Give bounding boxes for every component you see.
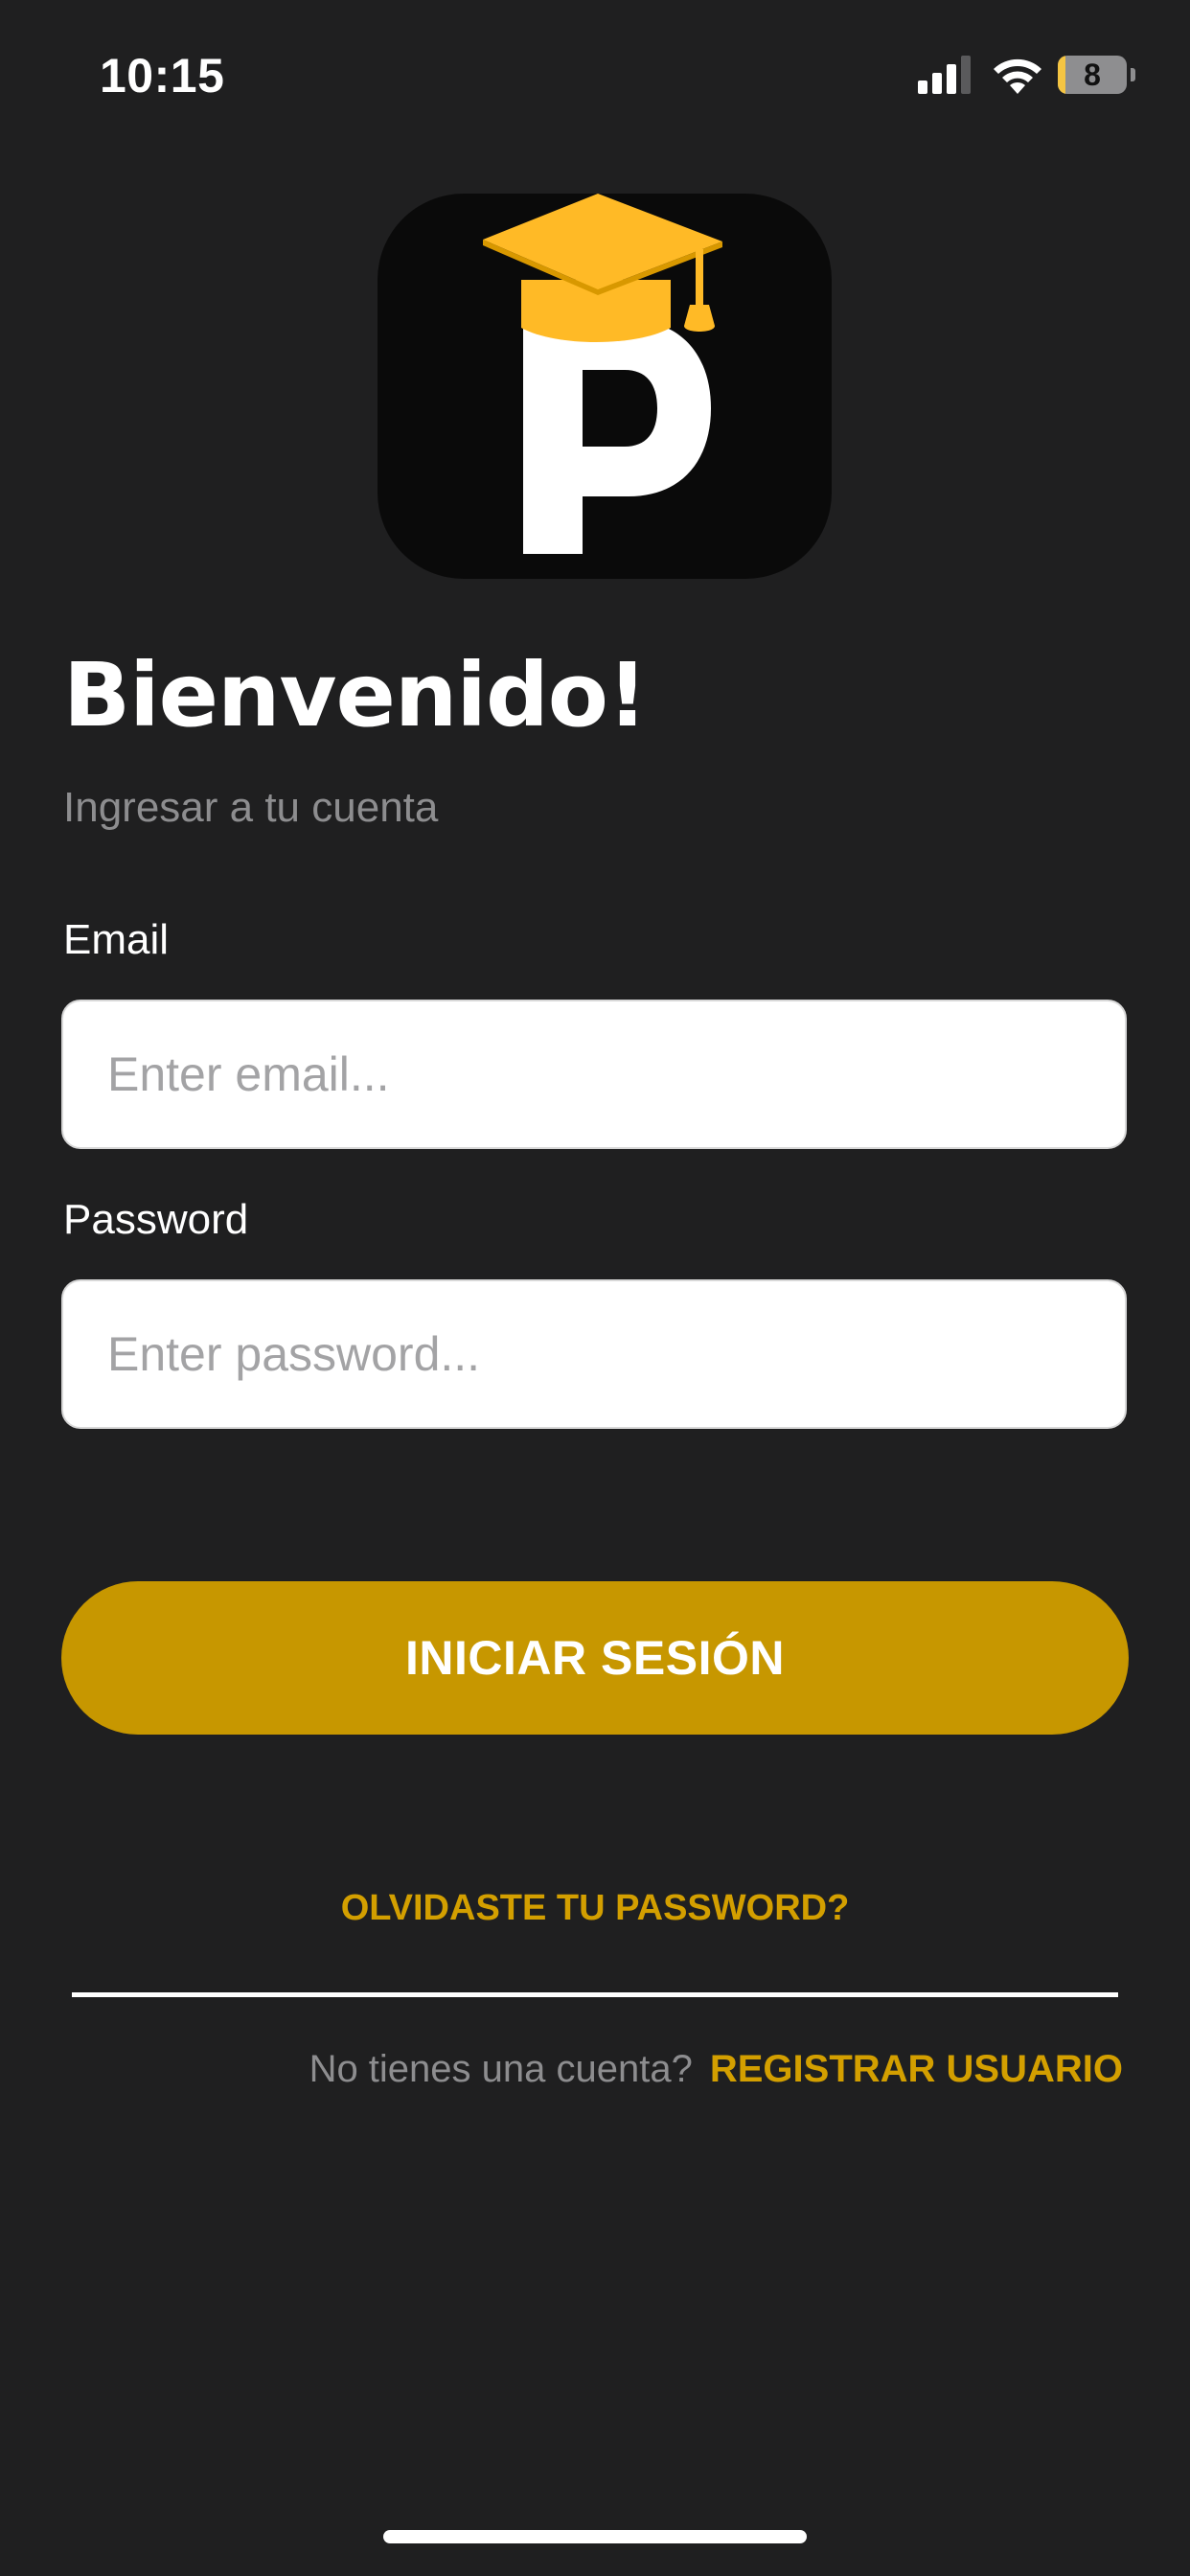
status-bar: 10:15 8 <box>0 0 1190 144</box>
wifi-icon <box>991 54 1044 96</box>
app-logo <box>378 194 832 579</box>
password-label: Password <box>63 1196 249 1243</box>
register-link[interactable]: REGISTRAR USUARIO <box>710 2048 1123 2090</box>
graduation-cap-p-logo <box>483 194 722 554</box>
divider <box>72 1992 1118 1997</box>
status-icons: 8 <box>918 54 1148 96</box>
email-input[interactable] <box>61 1000 1127 1149</box>
status-time: 10:15 <box>100 49 225 103</box>
battery-icon: 8 <box>1058 56 1138 94</box>
forgot-password-link[interactable]: OLVIDASTE TU PASSWORD? <box>0 1888 1190 1929</box>
cellular-signal-icon <box>918 54 975 96</box>
home-indicator[interactable] <box>383 2530 807 2543</box>
logo-cap-board <box>483 194 722 289</box>
battery-tip <box>1131 68 1135 81</box>
battery-level: 8 <box>1084 58 1101 92</box>
register-question: No tienes una cuenta? <box>309 2048 693 2090</box>
register-row: No tienes una cuenta? REGISTRAR USUARIO <box>309 2048 1123 2091</box>
logo-tassel <box>684 305 715 332</box>
battery-body: 8 <box>1058 56 1127 94</box>
page-subtitle: Ingresar a tu cuenta <box>63 784 439 831</box>
page-title: Bienvenido! <box>63 644 648 747</box>
login-button[interactable]: INICIAR SESIÓN <box>61 1581 1129 1735</box>
password-input[interactable] <box>61 1279 1127 1429</box>
email-label: Email <box>63 916 170 963</box>
logo-letter-p <box>523 320 711 554</box>
